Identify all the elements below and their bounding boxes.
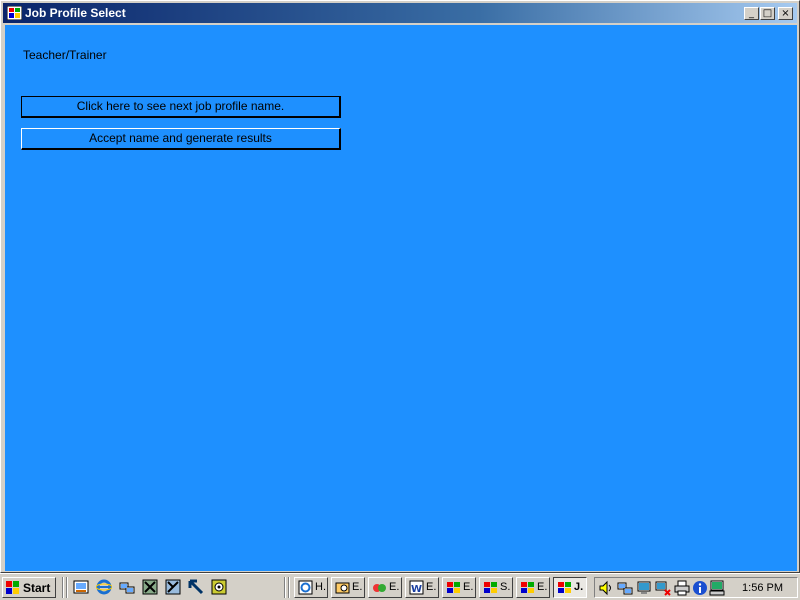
system-tray: 1:56 PM [594, 577, 798, 598]
task-button[interactable]: E. [331, 577, 365, 598]
next-profile-button[interactable]: Click here to see next job profile name. [21, 96, 341, 118]
window-title: Job Profile Select [25, 6, 126, 20]
network-connections-icon[interactable] [617, 580, 633, 596]
task-button[interactable]: W E. [405, 577, 439, 598]
ie-window-icon [298, 580, 313, 595]
taskbar: Start H. E. E. W E. E. S. E. J. 1:56 PM [0, 573, 800, 600]
printer-icon[interactable] [674, 580, 690, 596]
app-icon[interactable] [142, 579, 158, 595]
app-windows-icon [484, 582, 497, 593]
task-button[interactable]: H. [294, 577, 328, 598]
minimize-icon: _ [749, 8, 754, 19]
paint-icon [373, 584, 386, 592]
minimize-button[interactable]: _ [744, 7, 759, 20]
task-label: E. [389, 581, 400, 593]
task-label: S. [500, 581, 511, 593]
taskbar-separator [284, 577, 286, 598]
task-label: E. [426, 581, 437, 593]
task-button-active[interactable]: J. [553, 577, 587, 598]
show-desktop-icon[interactable] [73, 579, 89, 595]
task-button[interactable]: E. [516, 577, 550, 598]
app-windows-icon [521, 582, 534, 593]
app-windows-icon [558, 582, 571, 593]
client-area: Teacher/Trainer Click here to see next j… [5, 25, 797, 571]
media-icon[interactable] [211, 579, 227, 595]
accept-generate-button[interactable]: Accept name and generate results [21, 128, 341, 150]
volume-icon[interactable] [598, 580, 614, 596]
start-button[interactable]: Start [2, 577, 56, 598]
cursor-tool-icon[interactable] [188, 579, 204, 595]
task-label: E. [352, 581, 363, 593]
app-window: Job Profile Select _ □ × Teacher/Trainer… [0, 0, 800, 573]
network-disconnected-icon[interactable] [655, 580, 671, 596]
word-icon: W [409, 580, 424, 595]
internet-explorer-icon[interactable] [96, 579, 112, 595]
explorer-icon [335, 582, 350, 594]
svg-text:W: W [411, 584, 422, 595]
task-button[interactable]: E. [368, 577, 402, 598]
task-label: J. [574, 581, 584, 593]
close-button[interactable]: × [778, 7, 793, 20]
app-windows-icon[interactable] [7, 6, 22, 20]
app-icon[interactable] [165, 579, 181, 595]
close-icon: × [781, 8, 790, 19]
windows-flag-icon [6, 581, 19, 594]
task-label: E. [463, 581, 474, 593]
job-profile-name: Teacher/Trainer [23, 48, 107, 62]
app-windows-icon [447, 582, 460, 593]
computer-icon[interactable] [709, 580, 725, 596]
info-icon[interactable] [692, 580, 708, 596]
title-bar[interactable]: Job Profile Select _ □ × [3, 3, 797, 23]
task-button[interactable]: E. [442, 577, 476, 598]
task-label: E. [537, 581, 548, 593]
network-icon[interactable] [119, 579, 135, 595]
taskbar-separator [62, 577, 64, 598]
start-label: Start [23, 581, 51, 595]
taskbar-clock[interactable]: 1:56 PM [742, 582, 783, 594]
taskbar-separator [288, 577, 290, 598]
network-status-icon[interactable] [636, 580, 652, 596]
maximize-button[interactable]: □ [760, 7, 775, 20]
maximize-icon: □ [762, 8, 773, 19]
taskbar-separator [66, 577, 68, 598]
task-button[interactable]: S. [479, 577, 513, 598]
task-label: H. [315, 581, 326, 593]
